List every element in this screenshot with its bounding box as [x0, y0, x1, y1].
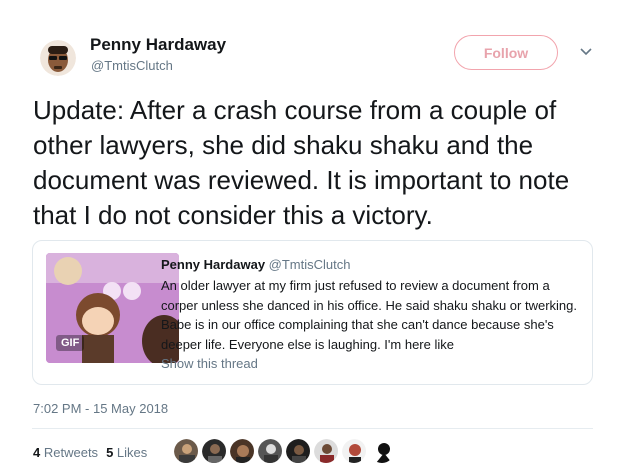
- liker-avatar[interactable]: [369, 438, 395, 464]
- liker-avatar[interactable]: [201, 438, 227, 464]
- liker-avatar[interactable]: [173, 438, 199, 464]
- author-handle[interactable]: @TmtisClutch: [91, 58, 173, 73]
- retweets-stat[interactable]: 4 Retweets: [33, 445, 98, 460]
- quoted-author-name[interactable]: Penny Hardaway: [161, 257, 265, 272]
- engagement-stats: 4 Retweets 5 Likes: [33, 445, 147, 460]
- likes-label: Likes: [116, 445, 148, 460]
- likes-stat[interactable]: 5 Likes: [106, 445, 147, 460]
- author-name[interactable]: Penny Hardaway: [90, 35, 226, 55]
- liker-avatar[interactable]: [257, 438, 283, 464]
- tweet-text: Update: After a crash course from a coup…: [33, 95, 570, 230]
- quoted-tweet-text: An older lawyer at my firm just refused …: [161, 278, 577, 352]
- likers-avatars: [173, 438, 413, 466]
- liker-avatar[interactable]: [341, 438, 367, 464]
- quoted-tweet-gif[interactable]: GIF: [46, 253, 179, 363]
- show-thread-link[interactable]: Show this thread: [161, 356, 258, 371]
- liker-avatar[interactable]: [285, 438, 311, 464]
- tweet-timestamp[interactable]: 7:02 PM - 15 May 2018: [33, 401, 168, 416]
- liker-avatar[interactable]: [313, 438, 339, 464]
- divider: [32, 428, 593, 429]
- liker-avatar[interactable]: [229, 438, 255, 464]
- quoted-tweet-card[interactable]: GIF Penny Hardaway @TmtisClutch An older…: [32, 240, 593, 385]
- retweets-count: 4: [33, 445, 41, 460]
- likes-count: 5: [106, 445, 114, 460]
- chevron-down-icon[interactable]: [578, 44, 594, 60]
- quoted-author-handle[interactable]: @TmtisClutch: [269, 257, 351, 272]
- quoted-tweet-header[interactable]: Penny Hardaway @TmtisClutch: [161, 257, 351, 272]
- gif-badge: GIF: [56, 335, 85, 351]
- follow-button[interactable]: Follow: [454, 35, 558, 70]
- author-avatar[interactable]: [40, 40, 76, 76]
- retweets-label: Retweets: [43, 445, 99, 460]
